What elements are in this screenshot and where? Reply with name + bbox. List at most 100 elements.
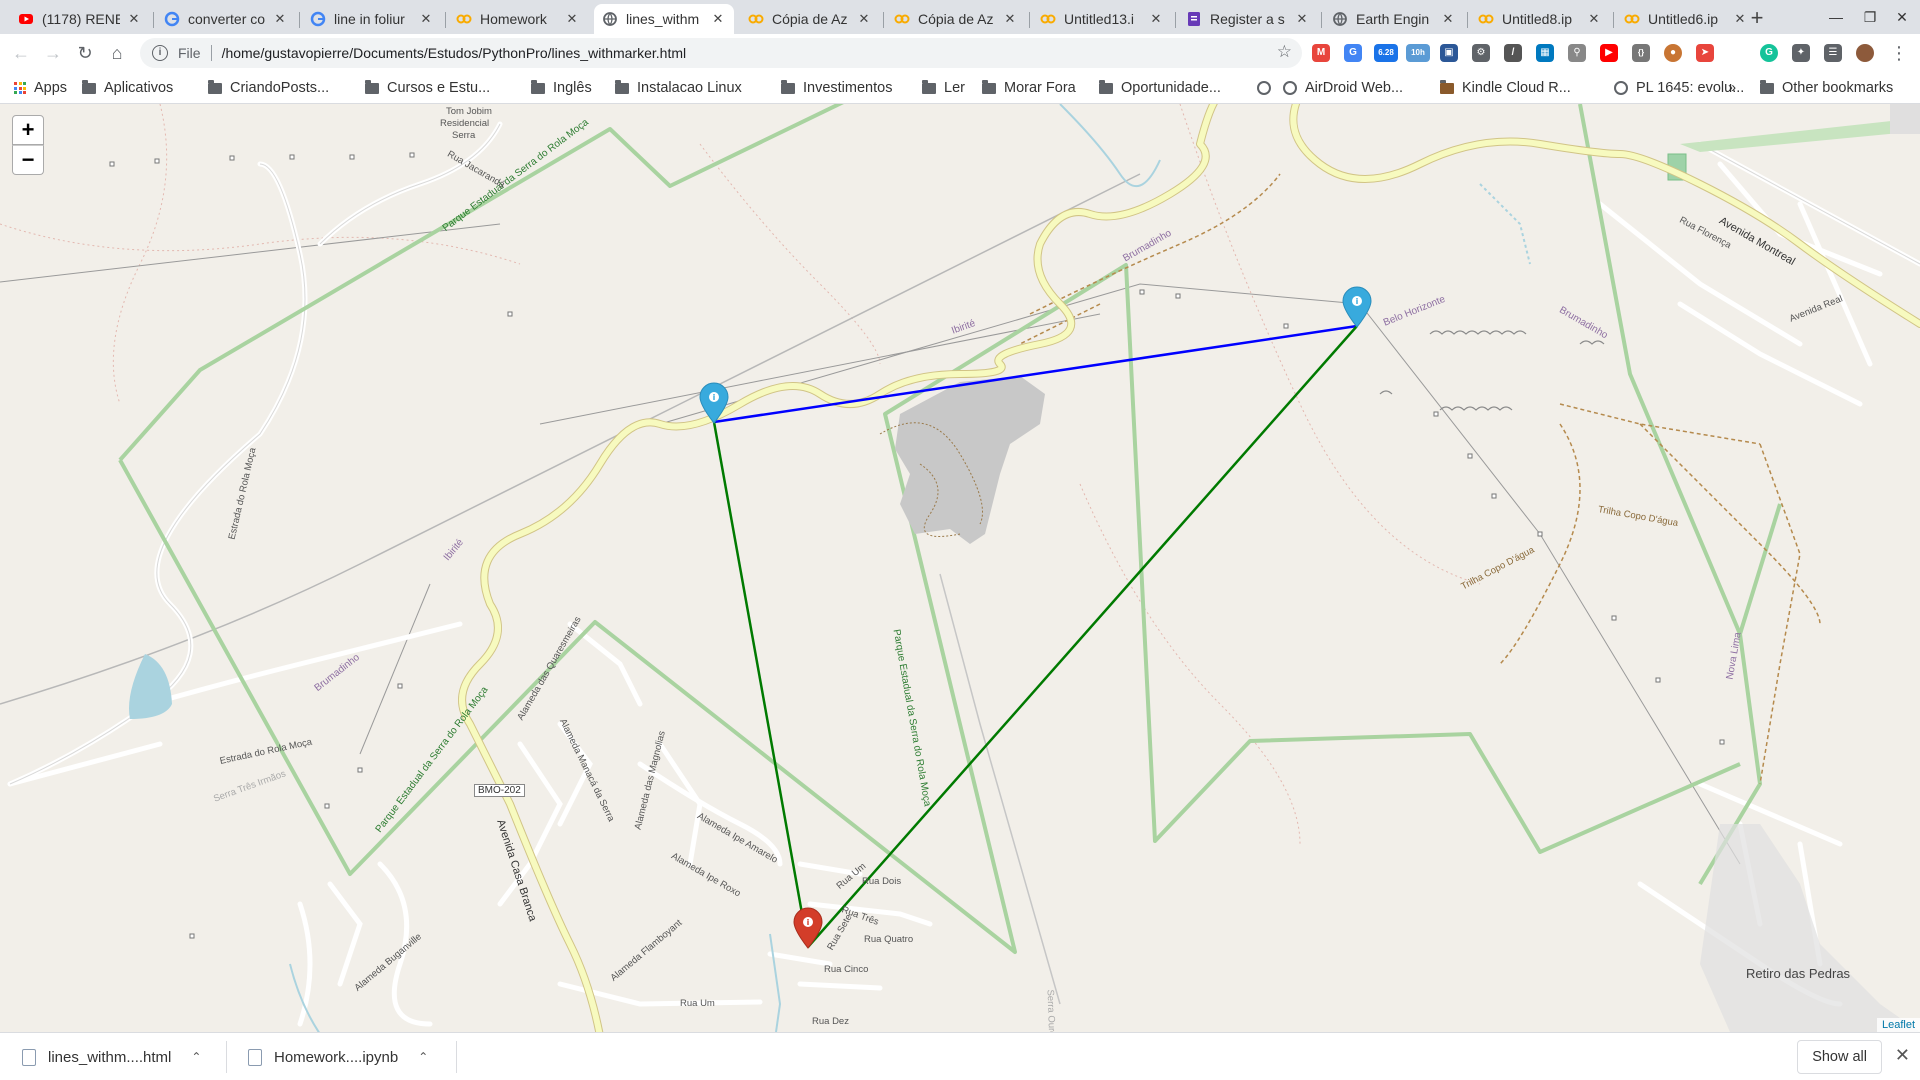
tab-divider [1029,12,1030,28]
extensions-puzzle-icon[interactable]: ✦ [1792,44,1810,62]
url-text[interactable]: /home/gustavopierre/Documents/Estudos/Py… [222,45,687,61]
tab-title: (1178) RENE [42,11,120,27]
bookmark-folder[interactable]: Aplicativos [82,78,173,98]
youtube-icon [18,11,34,27]
back-icon[interactable]: ← [8,40,34,66]
bookmark-folder[interactable]: Instalacao Linux [615,78,742,98]
browser-tab[interactable]: Untitled6.ip ✕ [1616,4,1756,34]
bookmark-item[interactable]: Apps [14,78,67,98]
zoom-in-button[interactable]: + [12,115,44,145]
globe-icon [1614,81,1628,95]
road-shield: BMO-202 [474,784,525,797]
bookmark-label: CriandoPosts... [230,80,330,96]
tab-close-icon[interactable]: ✕ [1586,11,1602,27]
address-bar[interactable]: i File /home/gustavopierre/Documents/Est… [140,38,1302,68]
folder-icon [922,79,936,94]
tab-title: line in foliur [334,11,405,27]
extension-arrow-icon[interactable]: ➤ [1696,44,1714,62]
tab-close-icon[interactable]: ✕ [1294,11,1310,27]
extension-m-icon[interactable]: M [1312,44,1330,62]
extension-search-icon[interactable]: ⚲ [1568,44,1586,62]
tab-title: Cópia de Az [918,11,994,27]
tab-close-icon[interactable]: ✕ [856,11,872,27]
leaflet-attribution-link[interactable]: Leaflet [1876,1018,1920,1032]
red-marker-icon[interactable]: i [792,907,824,949]
browser-tab[interactable]: Homework ✕ [448,4,588,34]
extension-braces-icon[interactable]: {} [1632,44,1650,62]
tab-close-icon[interactable]: ✕ [272,11,288,27]
bookmark-folder[interactable]: Morar Fora [982,78,1076,98]
bookmark-item[interactable]: Kindle Cloud R... [1440,78,1571,98]
bookmarks-overflow-icon[interactable]: » [1728,78,1736,98]
forward-icon[interactable]: → [40,40,66,66]
bookmark-item[interactable]: PL 1645: evolu... [1614,78,1744,98]
browser-tab[interactable]: converter co ✕ [156,4,296,34]
tab-close-icon[interactable]: ✕ [1148,11,1164,27]
chevron-up-icon[interactable]: ⌃ [191,1050,201,1064]
dropper-extension-icon[interactable]: / [1504,44,1522,62]
minimize-button[interactable]: — [1822,6,1850,28]
tab-close-icon[interactable]: ✕ [418,11,434,27]
trello-extension-icon[interactable]: ▦ [1536,44,1554,62]
street-label: Rua Dez [812,1016,849,1027]
new-tab-button[interactable]: + [1744,6,1770,32]
close-window-button[interactable]: ✕ [1888,6,1916,28]
grammarly-extension-icon[interactable]: G [1760,44,1778,62]
profile-avatar[interactable] [1856,44,1874,62]
browser-tab[interactable]: Cópia de Az ✕ [740,4,880,34]
blue-marker-icon[interactable]: i [698,382,730,424]
cookie-extension-icon[interactable]: ● [1664,44,1682,62]
youtube-extension-icon[interactable]: ▶ [1600,44,1618,62]
extension-square-icon[interactable]: ▣ [1440,44,1458,62]
show-all-button[interactable]: Show all [1797,1040,1882,1074]
bookmark-folder[interactable]: Cursos e Estu... [365,78,490,98]
zoom-out-button[interactable]: − [12,145,44,175]
bookmark-folder[interactable]: CriandoPosts... [208,78,329,98]
blue-marker-icon[interactable]: i [1341,286,1373,328]
home-icon[interactable]: ⌂ [104,40,130,66]
tab-close-icon[interactable]: ✕ [564,11,580,27]
leaflet-map[interactable]: Parque Estadual da Serra do Rola Moça Pa… [0,104,1920,1032]
browser-tab[interactable]: Untitled8.ip ✕ [1470,4,1610,34]
tab-close-icon[interactable]: ✕ [1440,11,1456,27]
tab-close-icon[interactable]: ✕ [1002,11,1018,27]
tab-close-icon[interactable]: ✕ [126,11,142,27]
extension-badge-1[interactable]: 6.28 [1374,44,1398,62]
browser-menu-icon[interactable]: ⋮ [1886,40,1912,66]
browser-tab[interactable]: Earth Engin ✕ [1324,4,1464,34]
close-icon[interactable]: ✕ [1895,1045,1910,1066]
bookmark-folder[interactable]: Inglês [531,78,592,98]
bookmarks-bar: Apps Aplicativos CriandoPosts... Cursos e E… [0,72,1920,104]
tab-divider [299,12,300,28]
forms-icon [1186,11,1202,27]
bookmark-folder[interactable]: Oportunidade... [1099,78,1221,98]
browser-tab[interactable]: Register a s ✕ [1178,4,1318,34]
browser-tab[interactable]: Cópia de Az ✕ [886,4,1026,34]
reload-icon[interactable]: ↻ [72,40,98,66]
download-item[interactable]: lines_withm....html ⌃ [22,1041,201,1073]
bookmark-star-icon[interactable]: ☆ [1277,42,1292,62]
other-bookmarks[interactable]: Other bookmarks [1760,78,1893,98]
download-item[interactable]: Homework....ipynb ⌃ [248,1041,428,1073]
colab-icon [1478,11,1494,27]
translate-extension-icon[interactable]: G [1344,44,1362,62]
street-label: Rua Dois [862,876,902,887]
extension-badge-2[interactable]: 10h [1406,44,1430,62]
bookmark-item[interactable] [1257,78,1279,98]
bookmark-item[interactable]: AirDroid Web... [1283,78,1403,98]
bookmark-folder[interactable]: Ler [922,78,965,98]
tab-close-icon[interactable]: ✕ [710,11,726,27]
browser-toolbar: ← → ↻ ⌂ i File /home/gustavopierre/Docum… [0,34,1920,72]
chevron-up-icon[interactable]: ⌃ [418,1050,428,1064]
reading-list-icon[interactable]: ☰ [1824,44,1842,62]
browser-tab[interactable]: line in foliur ✕ [302,4,442,34]
browser-tab[interactable]: lines_withm ✕ [594,4,734,34]
svg-text:i: i [807,918,810,927]
restore-button[interactable]: ❐ [1856,6,1884,28]
bookmark-folder[interactable]: Investimentos [781,78,892,98]
browser-tab[interactable]: (1178) RENE ✕ [10,4,150,34]
tab-divider [445,12,446,28]
info-icon[interactable]: i [152,45,168,61]
gear-extension-icon[interactable]: ⚙ [1472,44,1490,62]
browser-tab[interactable]: Untitled13.i ✕ [1032,4,1172,34]
